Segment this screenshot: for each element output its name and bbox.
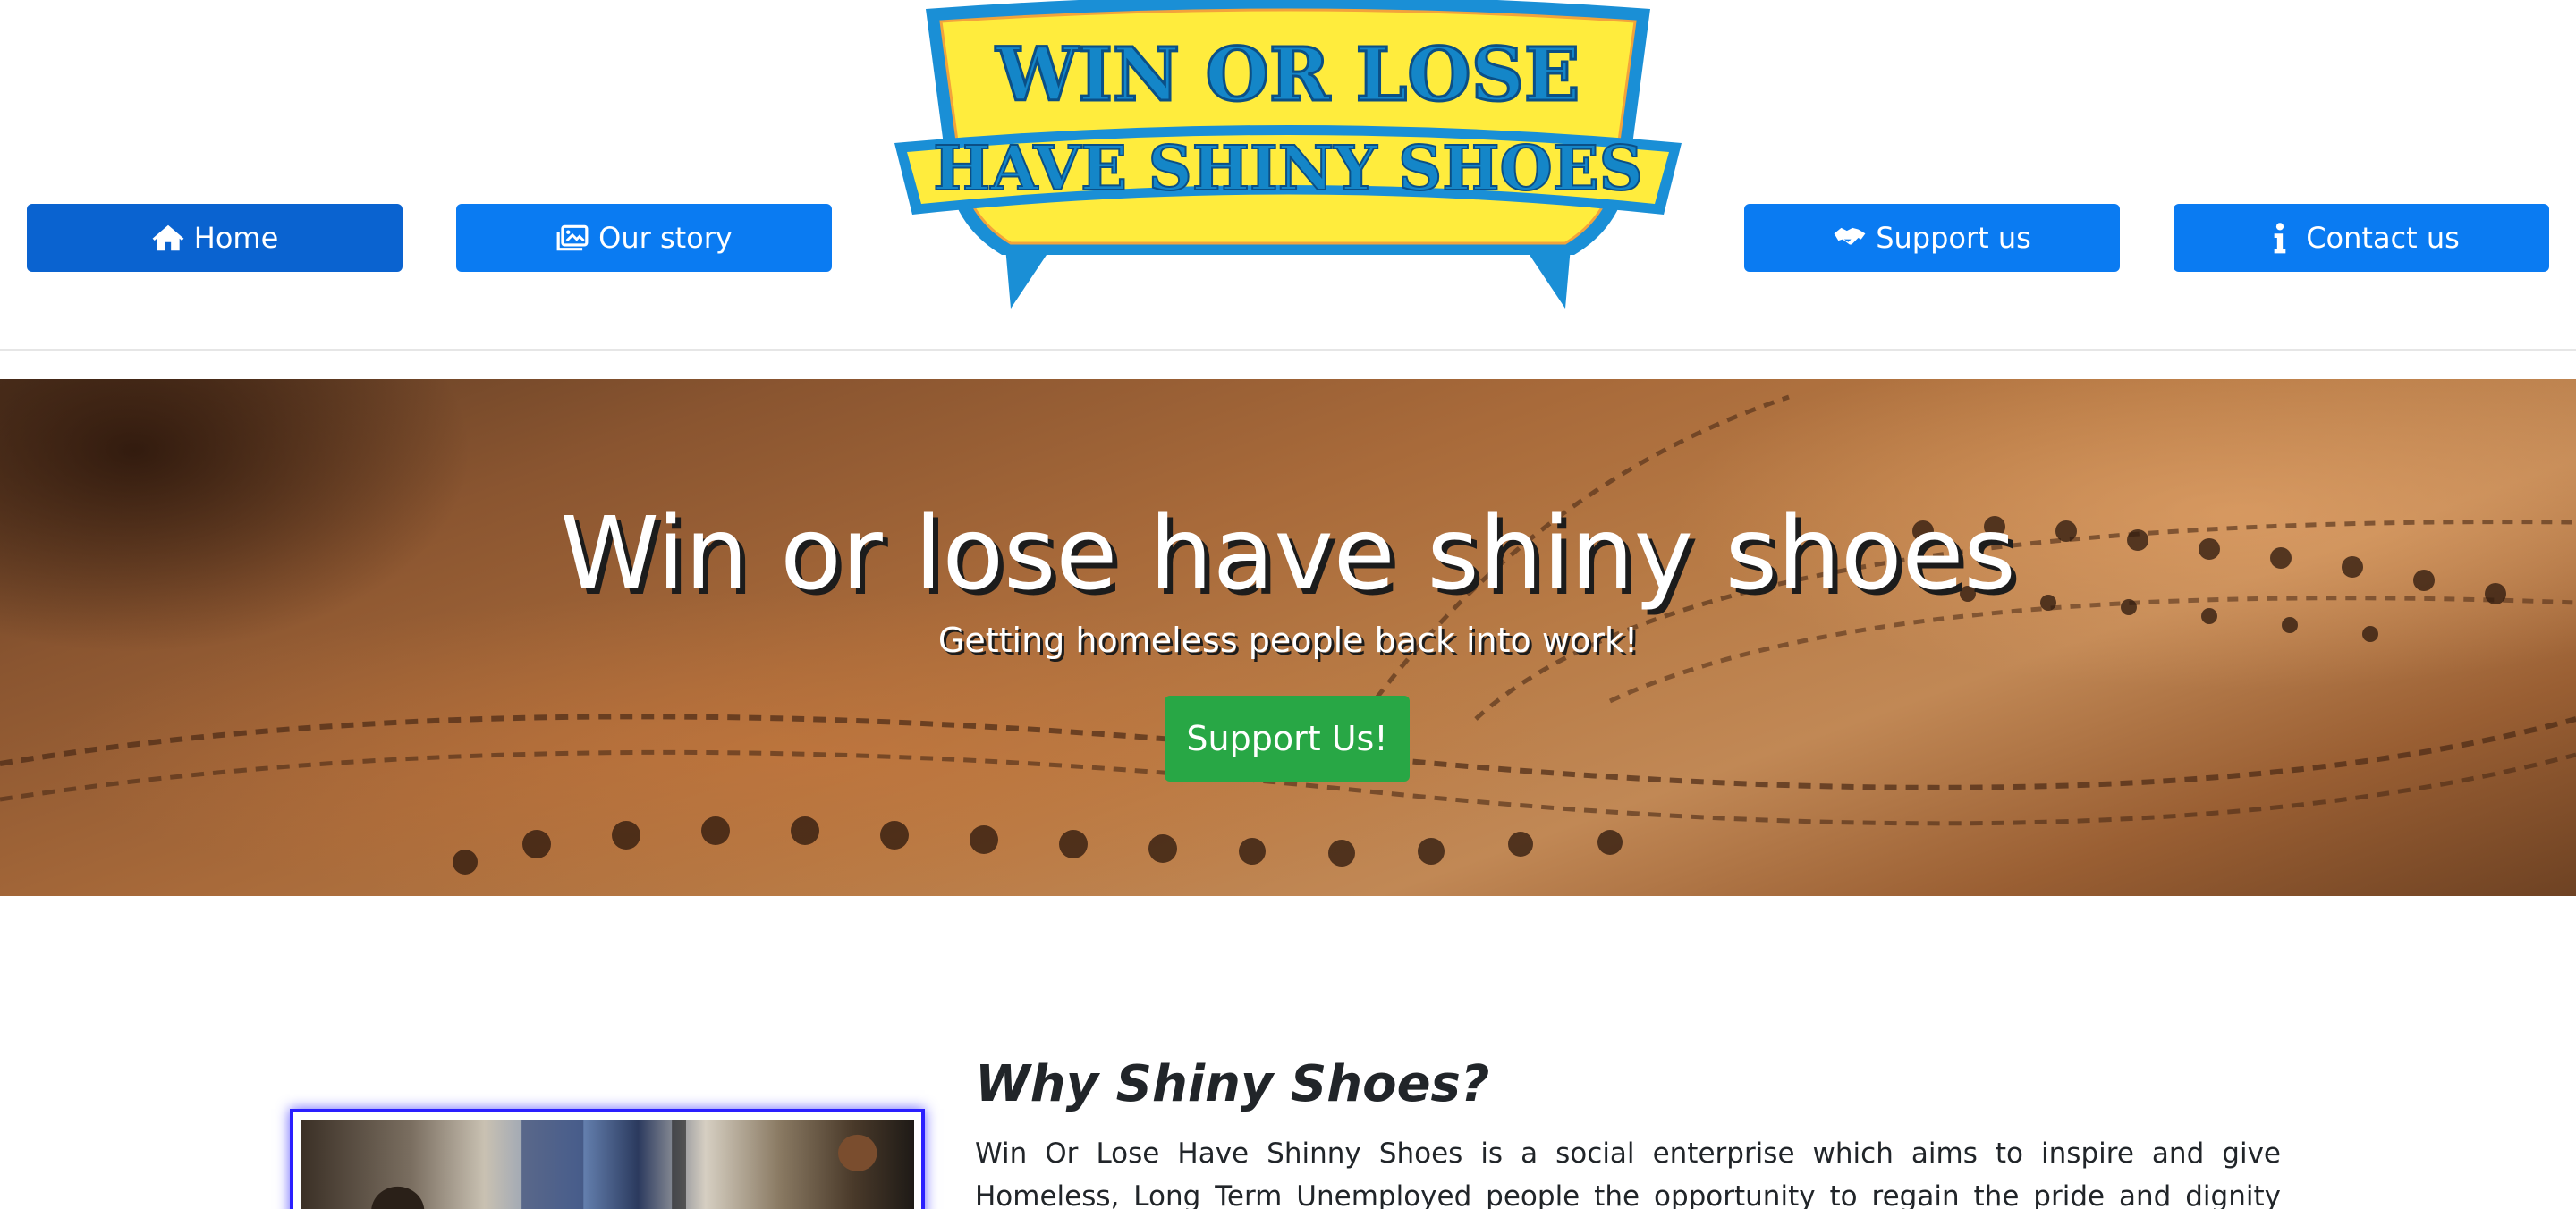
nav-our-story-label: Our story — [598, 221, 733, 255]
site-logo[interactable]: WIN OR LOSE HAVE SHINY SHOES — [886, 0, 1690, 322]
about-heading: Why Shiny Shoes? — [975, 1055, 1490, 1113]
logo-line1: WIN OR LOSE — [996, 32, 1580, 118]
images-icon — [555, 221, 589, 255]
hero-subtitle: Getting homeless people back into work! — [937, 621, 1639, 660]
nav-contact-us-button[interactable]: Contact us — [2174, 204, 2549, 272]
hero-banner: Win or lose have shiny shoes Getting hom… — [0, 379, 2576, 896]
info-icon — [2263, 221, 2297, 255]
support-us-cta-button[interactable]: Support Us! — [1165, 696, 1410, 782]
site-header: Home Our story WIN OR LOSE HAVE SHINY SH… — [0, 0, 2576, 351]
about-photo-image — [301, 1120, 914, 1209]
handshake-icon — [1833, 221, 1867, 255]
nav-contact-us-label: Contact us — [2306, 221, 2460, 255]
nav-home-button[interactable]: Home — [27, 204, 402, 272]
logo-line2: HAVE SHINY SHOES — [933, 133, 1642, 205]
about-text: Win Or Lose Have Shinny Shoes is a socia… — [975, 1137, 2281, 1209]
home-icon — [151, 221, 185, 255]
nav-support-us-label: Support us — [1876, 221, 2031, 255]
about-photo — [290, 1109, 925, 1209]
nav-support-us-button[interactable]: Support us — [1744, 204, 2120, 272]
nav-home-label: Home — [193, 221, 279, 255]
header-divider — [0, 349, 2576, 351]
hero-title: Win or lose have shiny shoes — [560, 496, 2016, 613]
nav-our-story-button[interactable]: Our story — [456, 204, 832, 272]
